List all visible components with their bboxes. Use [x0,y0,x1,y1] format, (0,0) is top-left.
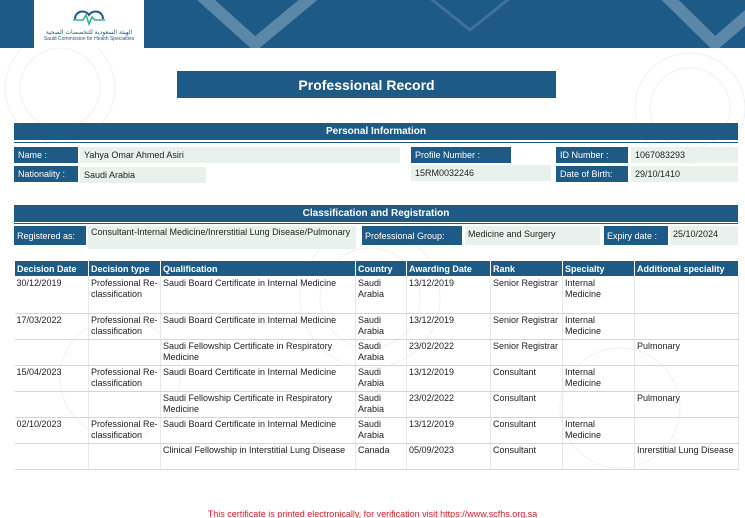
decision-date-cell: 15/04/2023 [14,365,89,392]
decision-date-cell [14,339,89,366]
id-number-value: 1067083293 [631,147,738,163]
additional-speciality-cell: Inrerstitial Lung Disease [634,443,739,470]
scfhs-logo: الهيئة السعودية للتخصصات الصحية Saudi Co… [34,0,144,48]
decision-date-cell [14,443,89,470]
profile-number-label: Profile Number : [411,147,511,163]
qualification-cell: Saudi Fellowship Certificate in Respirat… [160,339,356,366]
column-header-additional-speciality: Additional speciality [634,260,739,277]
profile-number-value: 15RM0032246 [411,165,551,181]
decision-date-cell: 02/10/2023 [14,417,89,444]
decision-date-cell [14,391,89,418]
decision-type-cell: Professional Re-classification [88,417,161,444]
rank-cell: Consultant [490,391,563,418]
additional-speciality-cell [634,313,739,340]
expiry-date-label: Expiry date : [604,226,668,245]
table-row: Saudi Fellowship Certificate in Respirat… [14,391,739,418]
column-header-decision-date: Decision Date [14,260,89,277]
section-divider [14,223,738,224]
table-row: Saudi Fellowship Certificate in Respirat… [14,339,739,366]
decision-date-cell: 17/03/2022 [14,313,89,340]
specialty-cell: Internal Medicine [562,276,635,314]
verification-footer: This certificate is printed electronical… [207,509,538,518]
decision-type-cell: Professional Re-classification [88,276,161,314]
dob-label: Date of Birth: [556,166,628,182]
additional-speciality-cell: Pulmonary [634,391,739,418]
page-title: Professional Record [177,71,556,98]
heartbeat-logo-icon [73,10,105,26]
rank-cell: Consultant [490,365,563,392]
column-header-awarding-date: Awarding Date [406,260,491,277]
specialty-cell: Internal Medicine [562,417,635,444]
country-cell: Saudi Arabia [355,313,407,340]
additional-speciality-cell [634,417,739,444]
table-row: 02/10/2023 Professional Re-classificatio… [14,417,739,444]
name-value: Yahya Omar Ahmed Asiri [80,147,400,163]
country-cell: Saudi Arabia [355,417,407,444]
decision-type-cell [88,339,161,366]
column-header-decision-type: Decision type [88,260,161,277]
dob-value: 29/10/1410 [631,166,738,182]
nationality-value: Saudi Arabia [80,167,206,183]
rank-cell: Senior Registrar [490,276,563,314]
column-header-country: Country [355,260,407,277]
rank-cell: Senior Registrar [490,313,563,340]
id-number-label: ID Number : [556,147,628,163]
country-cell: Saudi Arabia [355,365,407,392]
logo-english-text: Saudi Commission for Health Specialties [43,35,135,42]
qualification-cell: Saudi Board Certificate in Internal Medi… [160,365,356,392]
awarding-date-cell: 13/12/2019 [406,417,491,444]
professional-group-value: Medicine and Surgery [465,226,600,245]
awarding-date-cell: 13/12/2019 [406,276,491,314]
awarding-date-cell: 13/12/2019 [406,313,491,340]
classification-header: Classification and Registration [14,205,738,222]
table-header-row: Decision Date Decision type Qualificatio… [14,260,739,277]
personal-info-header: Personal Information [14,123,738,140]
specialty-cell: Internal Medicine [562,313,635,340]
records-table: Decision Date Decision type Qualificatio… [14,260,739,470]
decision-type-cell [88,443,161,470]
table-row: 15/04/2023 Professional Re-classificatio… [14,365,739,392]
column-header-qualification: Qualification [160,260,356,277]
awarding-date-cell: 23/02/2022 [406,339,491,366]
logo-arabic-text: الهيئة السعودية للتخصصات الصحية [45,28,133,36]
country-cell: Saudi Arabia [355,339,407,366]
decision-type-cell: Professional Re-classification [88,313,161,340]
registered-as-value: Consultant-Internal Medicine/Inrerstitia… [88,226,356,249]
specialty-cell [562,443,635,470]
qualification-cell: Saudi Fellowship Certificate in Respirat… [160,391,356,418]
decision-type-cell: Professional Re-classification [88,365,161,392]
country-cell: Saudi Arabia [355,391,407,418]
column-header-rank: Rank [490,260,563,277]
specialty-cell: Internal Medicine [562,365,635,392]
section-divider [14,142,738,143]
specialty-cell [562,339,635,366]
country-cell: Saudi Arabia [355,276,407,314]
professional-group-label: Professional Group: [362,226,462,245]
country-cell: Canada [355,443,407,470]
decision-type-cell [88,391,161,418]
expiry-date-value: 25/10/2024 [670,226,738,245]
table-row: 30/12/2019 Professional Re-classificatio… [14,276,739,314]
rank-cell: Consultant [490,443,563,470]
additional-speciality-cell [634,276,739,314]
qualification-cell: Saudi Board Certificate in Internal Medi… [160,417,356,444]
table-row: 17/03/2022 Professional Re-classificatio… [14,313,739,340]
nationality-label: Nationality : [14,166,78,182]
name-label: Name : [14,147,78,163]
decision-date-cell: 30/12/2019 [14,276,89,314]
rank-cell: Consultant [490,417,563,444]
specialty-cell [562,391,635,418]
qualification-cell: Saudi Board Certificate in Internal Medi… [160,313,356,340]
registered-as-label: Registered as: [14,226,86,245]
rank-cell: Senior Registrar [490,339,563,366]
awarding-date-cell: 13/12/2019 [406,365,491,392]
qualification-cell: Saudi Board Certificate in Internal Medi… [160,276,356,314]
table-row: Clinical Fellowship in Interstitial Lung… [14,443,739,470]
qualification-cell: Clinical Fellowship in Interstitial Lung… [160,443,356,470]
column-header-specialty: Specialty [562,260,635,277]
additional-speciality-cell: Pulmonary [634,339,739,366]
additional-speciality-cell [634,365,739,392]
awarding-date-cell: 23/02/2022 [406,391,491,418]
awarding-date-cell: 05/09/2023 [406,443,491,470]
